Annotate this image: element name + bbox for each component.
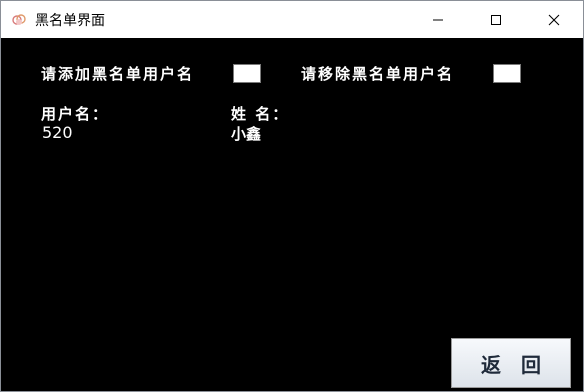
title-bar: 黑名单界面: [1, 1, 583, 38]
username-value: 520: [42, 123, 73, 142]
window-title: 黑名单界面: [35, 12, 105, 29]
name-header: 姓 名：: [231, 105, 290, 123]
app-icon: [11, 12, 27, 28]
close-button[interactable]: [525, 1, 583, 38]
minimize-icon: [433, 19, 443, 20]
maximize-icon: [491, 14, 501, 25]
username-header: 用户名：: [41, 105, 110, 123]
maximize-button[interactable]: [467, 1, 525, 38]
add-blacklist-input[interactable]: [233, 64, 261, 83]
return-button[interactable]: 返回: [451, 338, 571, 388]
close-icon: [548, 14, 560, 25]
remove-blacklist-label: 请移除黑名单用户名: [301, 65, 455, 83]
main-panel: 请添加黑名单用户名 请移除黑名单用户名 用户名： 姓 名： 520 小鑫 返回: [1, 38, 583, 391]
blacklist-window: 黑名单界面 请添加黑名单用户名 请移除黑名单用户名 用户名： 姓 名： 520 …: [0, 0, 584, 392]
window-controls: [409, 1, 583, 38]
minimize-button[interactable]: [409, 1, 467, 38]
name-value: 小鑫: [231, 125, 262, 143]
remove-blacklist-input[interactable]: [493, 64, 521, 83]
add-blacklist-label: 请添加黑名单用户名: [41, 65, 195, 83]
